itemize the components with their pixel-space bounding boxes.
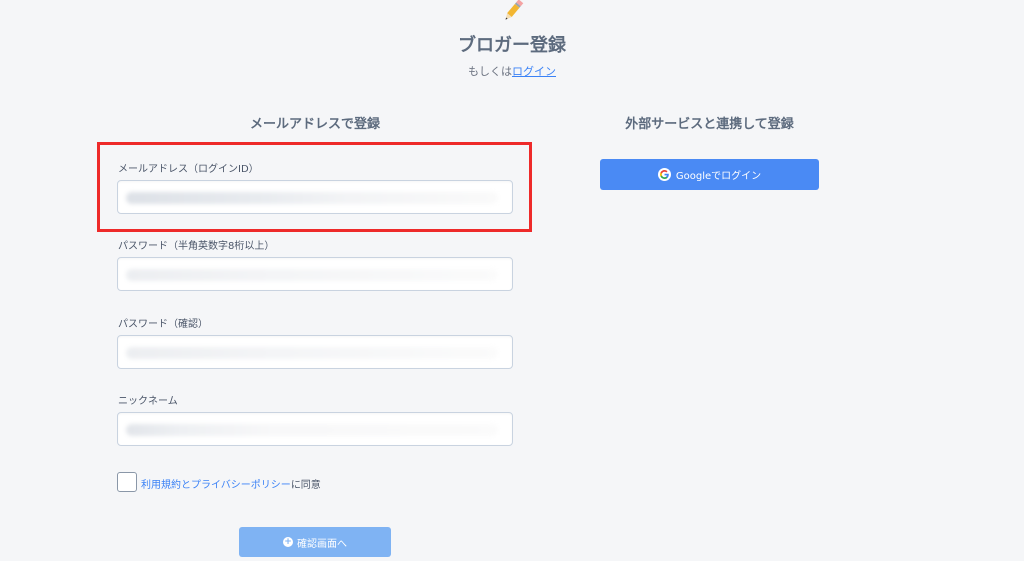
agree-suffix: に同意	[290, 480, 321, 491]
terms-privacy-link[interactable]: 利用規約とプライバシーポリシー	[141, 480, 291, 491]
password-confirm-field[interactable]	[117, 335, 513, 369]
password-confirm-value-blurred	[126, 347, 498, 359]
plus-circle-icon: +	[283, 536, 293, 547]
confirm-button[interactable]: + 確認画面へ	[239, 527, 391, 557]
confirm-button-label: 確認画面へ	[297, 538, 347, 550]
google-login-label: Googleでログイン	[675, 171, 762, 182]
password-label: パスワード（半角英数字8桁以上）	[118, 241, 275, 252]
password-field[interactable]	[117, 257, 513, 291]
google-icon	[657, 168, 671, 181]
password-value-blurred	[126, 269, 498, 281]
pencil-icon	[505, 0, 524, 20]
external-service-heading: 外部サービスと連携して登録	[625, 117, 794, 132]
nickname-label: ニックネーム	[118, 396, 178, 407]
email-field-highlight	[97, 142, 532, 232]
login-link[interactable]: ログイン	[512, 65, 556, 78]
nickname-value-blurred	[126, 424, 498, 436]
password-confirm-label: パスワード（確認）	[118, 319, 208, 330]
google-login-button[interactable]: Googleでログイン	[600, 159, 819, 190]
login-subtitle: もしくはログイン	[0, 63, 1024, 79]
agree-checkbox[interactable]	[117, 472, 137, 492]
email-registration-heading: メールアドレスで登録	[249, 117, 380, 132]
subtitle-prefix: もしくは	[468, 65, 512, 78]
agree-text: 利用規約とプライバシーポリシーに同意	[141, 476, 321, 491]
nickname-field[interactable]	[117, 412, 513, 446]
page-title: ブロガー登録	[458, 35, 566, 56]
